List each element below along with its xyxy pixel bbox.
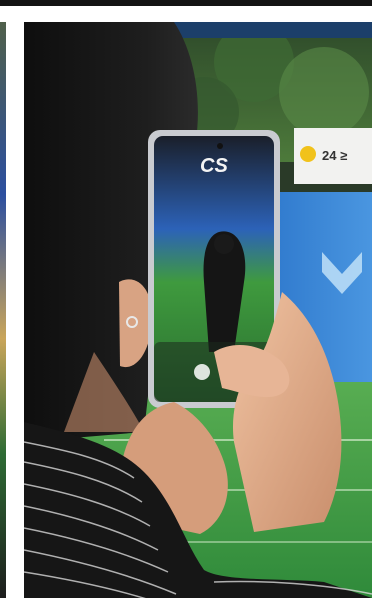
shutter-button-icon bbox=[194, 364, 210, 380]
phone-screen-text: CS bbox=[200, 155, 228, 177]
sign-logo-icon bbox=[300, 146, 316, 162]
photo-scene: 24 ≥ CS bbox=[0, 0, 372, 598]
adjacent-photo-left-edge bbox=[0, 22, 6, 598]
front-camera-icon bbox=[217, 143, 223, 149]
adjacent-photo-top-edge bbox=[0, 0, 372, 6]
sign-text: 24 ≥ bbox=[322, 148, 347, 163]
main-photo: 24 ≥ CS bbox=[24, 22, 372, 598]
photo-illustration: 24 ≥ CS bbox=[24, 22, 372, 598]
background-top-banner bbox=[164, 22, 372, 38]
